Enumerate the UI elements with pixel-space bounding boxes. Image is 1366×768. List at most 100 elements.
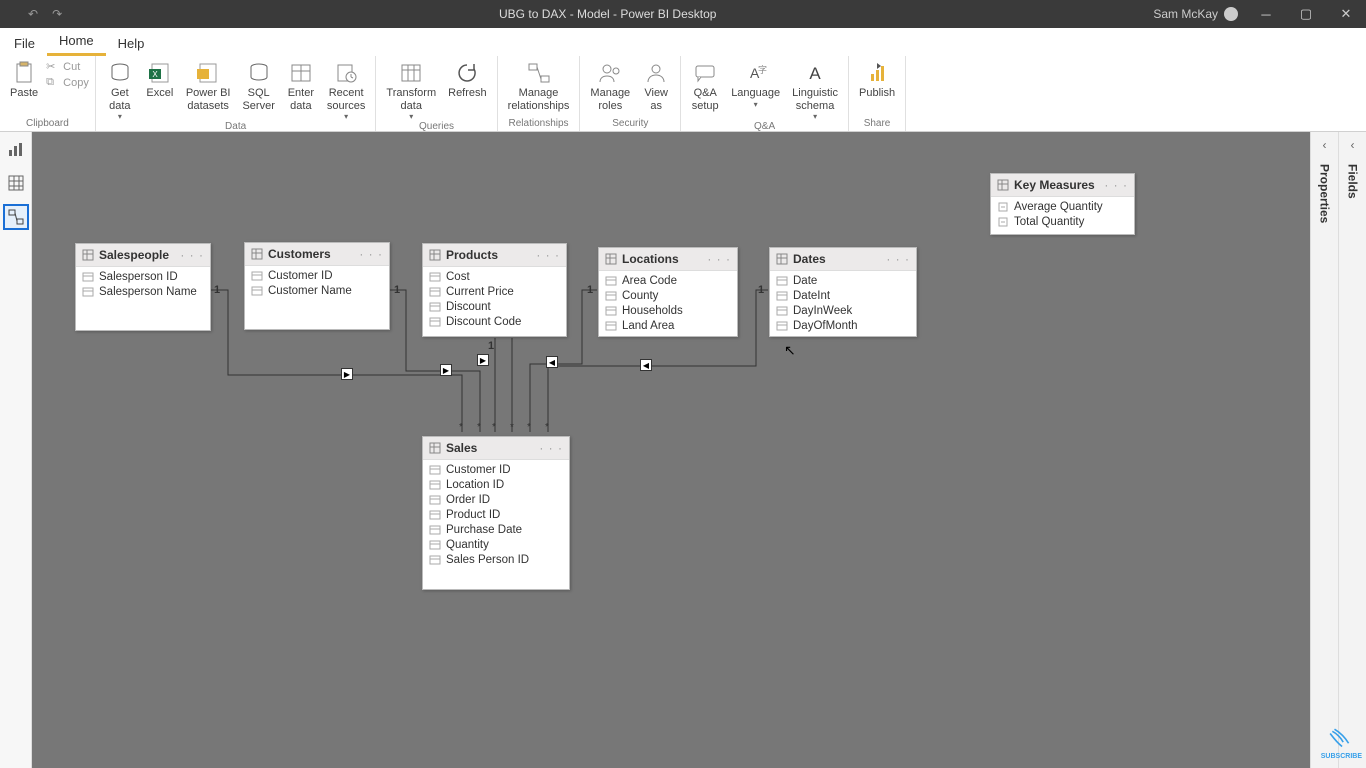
group-relationships: Relationships xyxy=(509,118,569,131)
group-share: Share xyxy=(864,118,891,131)
table-field: Location ID xyxy=(423,477,569,492)
linguistic-schema-button[interactable]: ALinguistic schema▾ xyxy=(788,60,842,121)
tab-file[interactable]: File xyxy=(2,31,47,56)
table-field: DateInt xyxy=(770,288,916,303)
table-field: Households xyxy=(599,303,737,318)
group-clipboard: Clipboard xyxy=(26,118,69,131)
measure-icon xyxy=(997,202,1009,212)
field-icon xyxy=(251,271,263,281)
table-field: Discount xyxy=(423,299,566,314)
more-icon[interactable]: · · · xyxy=(886,252,910,266)
chevron-left-icon[interactable]: ‹ xyxy=(1323,132,1327,158)
table-field: County xyxy=(599,288,737,303)
table-dates[interactable]: Dates· · · Date DateInt DayInWeek DayOfM… xyxy=(769,247,917,337)
field-icon xyxy=(776,321,788,331)
undo-icon[interactable]: ↶ xyxy=(28,7,38,21)
table-icon xyxy=(997,179,1009,191)
tab-help[interactable]: Help xyxy=(106,31,157,56)
field-icon xyxy=(429,317,441,327)
table-field: Current Price xyxy=(423,284,566,299)
copy-button[interactable]: ⧉Copy xyxy=(46,76,89,90)
table-key-measures[interactable]: Key Measures· · · Average Quantity Total… xyxy=(990,173,1135,235)
table-field: Customer Name xyxy=(245,283,389,298)
excel-button[interactable]: XExcel xyxy=(142,60,178,100)
measure-icon xyxy=(997,217,1009,227)
more-icon[interactable]: · · · xyxy=(707,252,731,266)
sql-server-button[interactable]: SQL Server xyxy=(238,60,278,112)
field-icon xyxy=(82,272,94,282)
group-security: Security xyxy=(612,118,648,131)
view-as-button[interactable]: View as xyxy=(638,60,674,112)
more-icon[interactable]: · · · xyxy=(180,248,204,262)
close-button[interactable]: ✕ xyxy=(1326,0,1366,28)
table-field: DayInWeek xyxy=(770,303,916,318)
get-data-button[interactable]: Get data▾ xyxy=(102,60,138,121)
cut-button[interactable]: ✂Cut xyxy=(46,60,89,74)
field-icon xyxy=(429,272,441,282)
table-locations[interactable]: Locations· · · Area Code County Househol… xyxy=(598,247,738,337)
field-icon xyxy=(776,306,788,316)
user-name[interactable]: Sam McKay xyxy=(1153,7,1218,21)
table-products[interactable]: Products· · · Cost Current Price Discoun… xyxy=(422,243,567,337)
field-icon xyxy=(82,287,94,297)
table-icon xyxy=(82,249,94,261)
publish-button[interactable]: Publish xyxy=(855,60,899,100)
user-avatar-icon[interactable] xyxy=(1224,7,1238,21)
table-customers[interactable]: Customers· · · Customer ID Customer Name xyxy=(244,242,390,330)
table-salespeople[interactable]: Salespeople· · · Salesperson ID Salesper… xyxy=(75,243,211,331)
mouse-cursor-icon: ↖ xyxy=(784,342,796,359)
more-icon[interactable]: · · · xyxy=(539,441,563,455)
model-view-button[interactable] xyxy=(3,204,29,230)
table-field: Salesperson ID xyxy=(76,269,210,284)
svg-text:X: X xyxy=(152,70,158,79)
table-field: Product ID xyxy=(423,507,569,522)
filter-arrow-icon: ◀ xyxy=(640,359,652,371)
more-icon[interactable]: · · · xyxy=(1104,178,1128,192)
report-view-button[interactable] xyxy=(3,136,29,162)
table-icon xyxy=(605,253,617,265)
field-icon xyxy=(776,276,788,286)
maximize-button[interactable]: ▢ xyxy=(1286,0,1326,28)
more-icon[interactable]: · · · xyxy=(359,247,383,261)
tab-home[interactable]: Home xyxy=(47,28,106,56)
more-icon[interactable]: · · · xyxy=(536,248,560,262)
manage-relationships-button[interactable]: Manage relationships xyxy=(504,60,574,112)
table-icon xyxy=(251,248,263,260)
field-icon xyxy=(776,291,788,301)
table-field: Purchase Date xyxy=(423,522,569,537)
pbi-datasets-button[interactable]: Power BI datasets xyxy=(182,60,235,112)
filter-arrow-icon: ▶ xyxy=(341,368,353,380)
field-icon xyxy=(429,287,441,297)
manage-roles-button[interactable]: Manage roles xyxy=(586,60,634,112)
field-icon xyxy=(429,465,441,475)
field-icon xyxy=(429,555,441,565)
recent-sources-button[interactable]: Recent sources▾ xyxy=(323,60,370,121)
filter-arrow-icon: ▶ xyxy=(440,364,452,376)
window-title: UBG to DAX - Model - Power BI Desktop xyxy=(62,7,1153,21)
fields-pane[interactable]: ‹ Fields xyxy=(1338,132,1366,768)
chevron-left-icon[interactable]: ‹ xyxy=(1351,132,1355,158)
table-field: Discount Code xyxy=(423,314,566,329)
properties-pane[interactable]: ‹ Properties xyxy=(1310,132,1338,768)
table-icon xyxy=(776,253,788,265)
field-icon xyxy=(605,321,617,331)
refresh-button[interactable]: Refresh xyxy=(444,60,491,100)
field-icon xyxy=(605,306,617,316)
transform-data-button[interactable]: Transform data▾ xyxy=(382,60,440,121)
table-field: Sales Person ID xyxy=(423,552,569,567)
table-field: Quantity xyxy=(423,537,569,552)
minimize-button[interactable]: ─ xyxy=(1246,0,1286,28)
table-field: Order ID xyxy=(423,492,569,507)
redo-icon[interactable]: ↷ xyxy=(52,7,62,21)
table-sales[interactable]: Sales· · · Customer ID Location ID Order… xyxy=(422,436,570,590)
table-field: Land Area xyxy=(599,318,737,333)
data-view-button[interactable] xyxy=(3,170,29,196)
table-field: Cost xyxy=(423,269,566,284)
qa-setup-button[interactable]: Q&A setup xyxy=(687,60,723,112)
model-canvas[interactable]: 1 1 1 1 1 ▶ ▶ ▶ ◀ ◀ * * * * * * Salespeo… xyxy=(32,132,1310,768)
language-button[interactable]: A字Language▾ xyxy=(727,60,784,109)
enter-data-button[interactable]: Enter data xyxy=(283,60,319,112)
filter-arrow-icon: ▶ xyxy=(477,354,489,366)
table-field: Customer ID xyxy=(245,268,389,283)
paste-button[interactable]: Paste xyxy=(6,60,42,100)
